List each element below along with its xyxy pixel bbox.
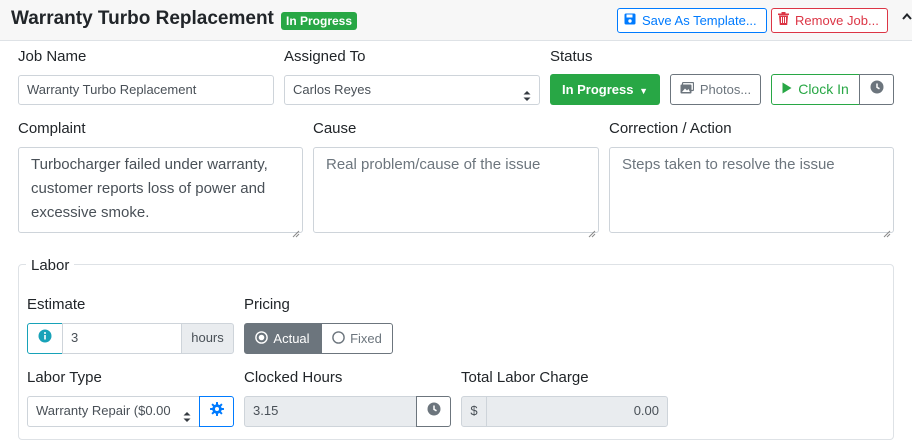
cause-textarea[interactable]: Real problem/cause of the issue	[313, 147, 599, 238]
pricing-actual-radio[interactable]: Actual	[244, 323, 321, 354]
labor-legend: Labor	[26, 257, 75, 274]
status-dropdown-button[interactable]: In Progress ▼	[550, 74, 660, 105]
resize-handle-icon[interactable]	[883, 222, 891, 238]
estimate-unit: hours	[181, 323, 234, 354]
status-badge: In Progress	[281, 12, 358, 30]
complaint-textarea[interactable]: Turbocharger failed under warranty, cust…	[18, 147, 303, 238]
clock-in-label: Clock In	[798, 81, 849, 97]
complaint-text: Turbocharger failed under warranty, cust…	[31, 156, 268, 221]
pricing-fixed-radio[interactable]: Fixed	[321, 323, 393, 354]
save-icon	[624, 9, 636, 32]
correction-label: Correction / Action	[609, 120, 732, 137]
labor-type-value: Warranty Repair ($0.00	[36, 403, 171, 418]
correction-placeholder: Steps taken to resolve the issue	[622, 156, 835, 173]
pricing-actual-label: Actual	[273, 331, 310, 346]
labor-type-label: Labor Type	[27, 369, 102, 386]
save-as-template-label: Save As Template...	[642, 13, 757, 28]
photos-button[interactable]: Photos...	[670, 74, 761, 105]
total-labor-charge-label: Total Labor Charge	[461, 369, 589, 386]
photos-label: Photos...	[699, 82, 752, 97]
labor-type-select[interactable]: Warranty Repair ($0.00	[27, 396, 200, 427]
estimate-info-button[interactable]	[27, 323, 63, 354]
clock-history-button[interactable]	[859, 74, 894, 105]
clock-icon	[427, 402, 441, 421]
radio-unchecked-icon	[332, 330, 345, 347]
images-icon	[680, 75, 694, 104]
job-name-label: Job Name	[18, 48, 87, 65]
trash-icon	[778, 9, 789, 32]
complaint-label: Complaint	[18, 120, 86, 137]
remove-job-button[interactable]: Remove Job...	[771, 8, 888, 33]
resize-handle-icon[interactable]	[292, 222, 300, 238]
estimate-input[interactable]: 3	[62, 323, 182, 354]
gear-icon	[209, 402, 224, 421]
cause-placeholder: Real problem/cause of the issue	[326, 156, 541, 173]
clocked-hours-field: 3.15	[244, 396, 417, 427]
total-labor-charge-field: 0.00	[486, 396, 668, 427]
resize-handle-icon[interactable]	[588, 222, 596, 238]
job-header: Warranty Turbo Replacement In Progress S…	[0, 0, 912, 41]
currency-addon: $	[461, 396, 487, 427]
select-arrows-icon	[183, 405, 191, 422]
clocked-hours-label: Clocked Hours	[244, 369, 343, 386]
status-dropdown-value: In Progress	[561, 82, 634, 97]
play-icon	[782, 75, 792, 104]
correction-textarea[interactable]: Steps taken to resolve the issue	[609, 147, 894, 238]
cause-label: Cause	[313, 120, 357, 137]
assigned-to-select[interactable]: Carlos Reyes	[284, 75, 540, 105]
radio-checked-icon	[255, 330, 269, 347]
chevron-up-icon[interactable]	[900, 9, 912, 23]
info-icon	[38, 329, 52, 348]
assigned-to-value: Carlos Reyes	[293, 82, 372, 97]
select-arrows-icon	[523, 84, 531, 101]
caret-down-icon: ▼	[639, 86, 649, 96]
clock-icon	[870, 75, 884, 104]
pricing-fixed-label: Fixed	[350, 331, 382, 346]
clocked-hours-detail-button[interactable]	[416, 396, 451, 427]
clock-in-button[interactable]: Clock In	[771, 74, 860, 105]
status-label: Status	[550, 48, 593, 65]
job-title: Warranty Turbo Replacement	[11, 8, 274, 29]
assigned-to-label: Assigned To	[284, 48, 366, 65]
estimate-label: Estimate	[27, 296, 86, 313]
save-as-template-button[interactable]: Save As Template...	[617, 8, 767, 33]
labor-type-settings-button[interactable]	[199, 396, 234, 427]
job-name-input[interactable]: Warranty Turbo Replacement	[18, 75, 274, 105]
pricing-label: Pricing	[244, 296, 290, 313]
remove-job-label: Remove Job...	[795, 13, 879, 28]
